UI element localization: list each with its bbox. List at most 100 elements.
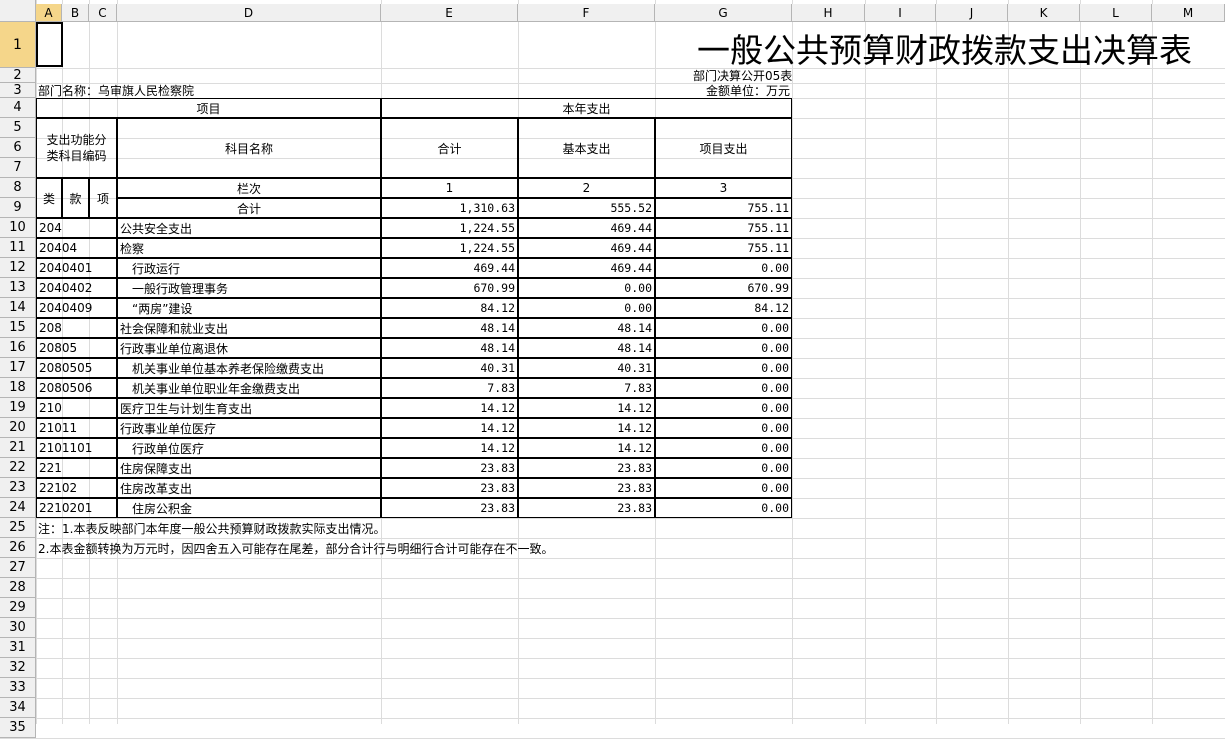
column-header-h[interactable]: H bbox=[792, 4, 865, 22]
grid-line-h bbox=[0, 558, 1225, 559]
column-header-a[interactable]: A bbox=[36, 4, 62, 22]
row-header-9[interactable]: 9 bbox=[0, 198, 36, 218]
header-subject-name: 科目名称 bbox=[117, 118, 381, 178]
table-row-code: 204 bbox=[36, 218, 117, 238]
row-header-17[interactable]: 17 bbox=[0, 358, 36, 378]
grid-line-h bbox=[0, 578, 1225, 579]
column-header-k[interactable]: K bbox=[1008, 4, 1080, 22]
row-header-25[interactable]: 25 bbox=[0, 518, 36, 538]
table-row-project: 0.00 bbox=[655, 318, 792, 338]
table-row-basic: 0.00 bbox=[518, 298, 655, 318]
header-func-code: 支出功能分类科目编码 bbox=[36, 118, 117, 178]
row-header-22[interactable]: 22 bbox=[0, 458, 36, 478]
row-header-33[interactable]: 33 bbox=[0, 678, 36, 698]
column-header-j[interactable]: J bbox=[936, 4, 1008, 22]
table-row-basic: 48.14 bbox=[518, 318, 655, 338]
table-row-name: 住房公积金 bbox=[117, 498, 381, 518]
row-header-35[interactable]: 35 bbox=[0, 718, 36, 738]
table-row-total: 23.83 bbox=[381, 478, 518, 498]
table-row-project: 0.00 bbox=[655, 258, 792, 278]
row-header-14[interactable]: 14 bbox=[0, 298, 36, 318]
column-header-c[interactable]: C bbox=[89, 4, 117, 22]
row-header-7[interactable]: 7 bbox=[0, 158, 36, 178]
row-header-13[interactable]: 13 bbox=[0, 278, 36, 298]
table-row-project: 755.11 bbox=[655, 238, 792, 258]
column-header-l[interactable]: L bbox=[1080, 4, 1152, 22]
active-cell-a1[interactable] bbox=[36, 22, 63, 67]
row-header-5[interactable]: 5 bbox=[0, 118, 36, 138]
department-name: 部门名称：乌审旗人民检察院 bbox=[38, 84, 195, 98]
column-header-b[interactable]: B bbox=[62, 4, 89, 22]
table-row-name: “两房”建设 bbox=[117, 298, 381, 318]
row-header-15[interactable]: 15 bbox=[0, 318, 36, 338]
grid-line-h bbox=[0, 658, 1225, 659]
table-row-name: 行政单位医疗 bbox=[117, 438, 381, 458]
select-all-corner[interactable] bbox=[0, 0, 36, 22]
header-xiang: 项 bbox=[89, 178, 117, 218]
table-row-project: 0.00 bbox=[655, 458, 792, 478]
column-header-i[interactable]: I bbox=[865, 4, 936, 22]
table-row-total: 469.44 bbox=[381, 258, 518, 278]
column-header-g[interactable]: G bbox=[655, 4, 792, 22]
grid-line-h bbox=[0, 698, 1225, 699]
header-lanci: 栏次 bbox=[117, 178, 381, 198]
row-header-16[interactable]: 16 bbox=[0, 338, 36, 358]
column-header-m[interactable]: M bbox=[1152, 4, 1225, 22]
table-row-basic: 0.00 bbox=[518, 278, 655, 298]
table-row-total: 40.31 bbox=[381, 358, 518, 378]
column-header-e[interactable]: E bbox=[381, 4, 518, 22]
table-row-basic: 469.44 bbox=[518, 238, 655, 258]
table-row-project: 0.00 bbox=[655, 358, 792, 378]
row-header-1[interactable]: 1 bbox=[0, 22, 36, 68]
spreadsheet[interactable]: A B C D E F G H I J K L M 1 2 3 4 5 6 7 8 9 10 11 12 13 14 15 16 17 18… bbox=[0, 0, 1225, 739]
table-row-total: 14.12 bbox=[381, 418, 518, 438]
row-header-23[interactable]: 23 bbox=[0, 478, 36, 498]
table-row-name: 行政事业单位医疗 bbox=[117, 418, 381, 438]
row-header-18[interactable]: 18 bbox=[0, 378, 36, 398]
table-row-code: 208 bbox=[36, 318, 117, 338]
column-header-d[interactable]: D bbox=[117, 4, 381, 22]
grid-line-h bbox=[0, 638, 1225, 639]
row-header-34[interactable]: 34 bbox=[0, 698, 36, 718]
row-header-24[interactable]: 24 bbox=[0, 498, 36, 518]
row-header-19[interactable]: 19 bbox=[0, 398, 36, 418]
row-header-6[interactable]: 6 bbox=[0, 138, 36, 158]
table-row-name: 社会保障和就业支出 bbox=[117, 318, 381, 338]
row-header-27[interactable]: 27 bbox=[0, 558, 36, 578]
header-basic: 基本支出 bbox=[518, 118, 655, 178]
table-row-basic: 23.83 bbox=[518, 498, 655, 518]
table-row-project: 84.12 bbox=[655, 298, 792, 318]
row-header-3[interactable]: 3 bbox=[0, 83, 36, 98]
table-row-total: 84.12 bbox=[381, 298, 518, 318]
row-header-20[interactable]: 20 bbox=[0, 418, 36, 438]
table-row-code: 21011 bbox=[36, 418, 117, 438]
table-row-name: 医疗卫生与计划生育支出 bbox=[117, 398, 381, 418]
grid-line-v bbox=[936, 0, 937, 724]
column-header-f[interactable]: F bbox=[518, 4, 655, 22]
header-total: 合计 bbox=[381, 118, 518, 178]
row-header-30[interactable]: 30 bbox=[0, 618, 36, 638]
grid-line-h bbox=[0, 598, 1225, 599]
total-row-label: 合计 bbox=[117, 198, 381, 218]
table-row-total: 14.12 bbox=[381, 438, 518, 458]
row-header-29[interactable]: 29 bbox=[0, 598, 36, 618]
header-col1: 1 bbox=[381, 178, 518, 198]
table-row-basic: 7.83 bbox=[518, 378, 655, 398]
report-code: 部门决算公开05表 bbox=[693, 69, 793, 83]
row-header-2[interactable]: 2 bbox=[0, 68, 36, 83]
row-header-12[interactable]: 12 bbox=[0, 258, 36, 278]
table-row-code: 20404 bbox=[36, 238, 117, 258]
row-header-31[interactable]: 31 bbox=[0, 638, 36, 658]
row-header-32[interactable]: 32 bbox=[0, 658, 36, 678]
row-header-10[interactable]: 10 bbox=[0, 218, 36, 238]
table-row-project: 0.00 bbox=[655, 438, 792, 458]
table-row-total: 23.83 bbox=[381, 498, 518, 518]
row-header-21[interactable]: 21 bbox=[0, 438, 36, 458]
row-header-8[interactable]: 8 bbox=[0, 178, 36, 198]
report-title: 一般公共预算财政拨款支出决算表 bbox=[697, 31, 1192, 70]
row-header-11[interactable]: 11 bbox=[0, 238, 36, 258]
row-header-4[interactable]: 4 bbox=[0, 98, 36, 118]
row-header-28[interactable]: 28 bbox=[0, 578, 36, 598]
grid-line-v bbox=[865, 0, 866, 724]
row-header-26[interactable]: 26 bbox=[0, 538, 36, 558]
